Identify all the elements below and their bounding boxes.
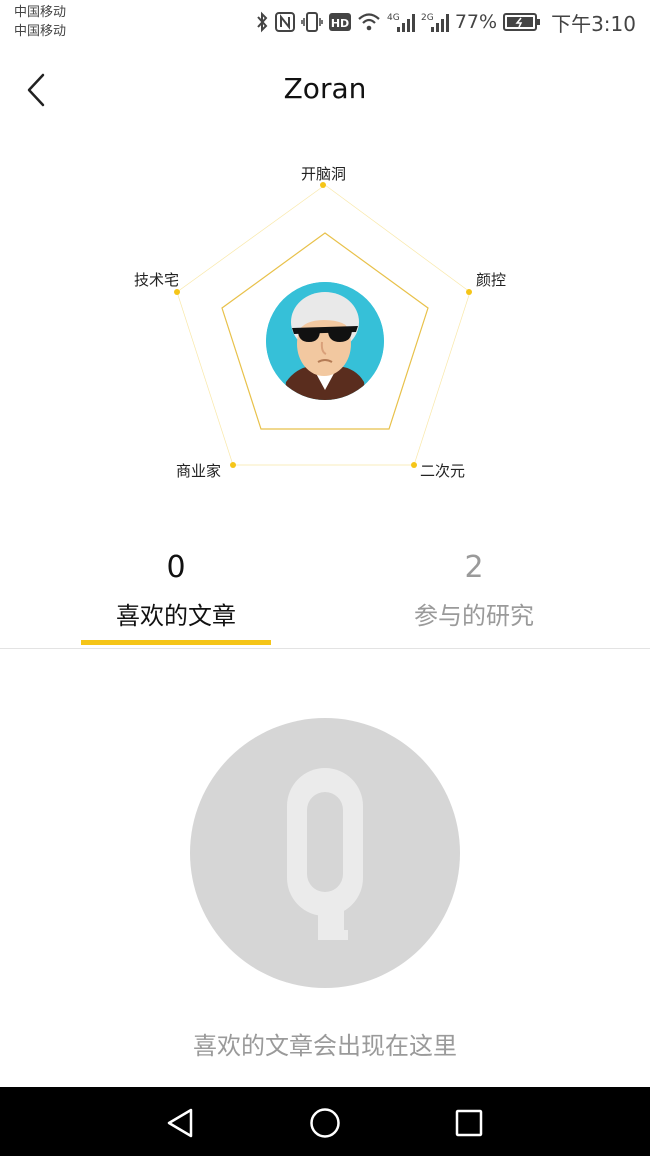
- tab-label: 参与的研究: [414, 602, 534, 630]
- radar-label-bottom-right: 二次元: [420, 462, 466, 480]
- tab-participated-research[interactable]: 2 参与的研究: [324, 540, 624, 646]
- status-icons: HD 4G 2G 77% 下午3:10: [255, 8, 636, 36]
- battery-percent: 77%: [454, 11, 498, 33]
- tab-count: 0: [166, 550, 186, 585]
- nav-home-button[interactable]: [303, 1101, 347, 1145]
- nav-back-button[interactable]: [158, 1101, 202, 1145]
- carrier-2: 中国移动: [14, 24, 67, 39]
- nav-recents-icon: [455, 1109, 483, 1137]
- empty-state-circle: [190, 718, 460, 988]
- battery-icon: [503, 13, 541, 31]
- personality-radar: 开脑洞 颜控 二次元 商业家 技术宅: [0, 150, 650, 510]
- avatar[interactable]: [266, 282, 384, 400]
- empty-state-text: 喜欢的文章会出现在这里: [193, 1032, 457, 1060]
- system-nav-bar: [0, 1087, 650, 1156]
- status-bar: 中国移动 中国移动 HD 4G 2G 77% 下午3:10: [0, 0, 650, 44]
- hd-icon: HD: [328, 13, 351, 31]
- svg-text:HD: HD: [331, 17, 349, 30]
- clock: 下午3:10: [551, 11, 636, 36]
- radar-dot-bottom-right: [411, 462, 417, 468]
- page-title: Zoran: [283, 72, 367, 105]
- nav-back-icon: [167, 1108, 193, 1138]
- nav-home-icon: [310, 1108, 340, 1138]
- signal-2g-icon: 2G: [421, 13, 449, 32]
- avatar-illustration: [266, 282, 384, 400]
- svg-text:2G: 2G: [421, 13, 434, 23]
- nfc-icon: [274, 12, 295, 32]
- active-tab-indicator: [81, 640, 271, 645]
- bluetooth-icon: [257, 11, 268, 33]
- vibrate-icon: [301, 12, 323, 32]
- tab-label: 喜欢的文章: [116, 602, 236, 630]
- q-logo-icon: [287, 768, 363, 940]
- signal-4g-icon: 4G: [387, 13, 415, 32]
- tab-count: 2: [464, 550, 484, 585]
- radar-label-right: 颜控: [476, 271, 507, 289]
- radar-label-bottom-left: 商业家: [176, 462, 222, 480]
- tab-liked-articles[interactable]: 0 喜欢的文章: [26, 540, 326, 646]
- nav-recents-button[interactable]: [447, 1101, 491, 1145]
- app-header: Zoran: [0, 60, 650, 120]
- profile-tabs: 0 喜欢的文章 2 参与的研究: [0, 540, 650, 649]
- radar-dot-bottom-left: [230, 462, 236, 468]
- radar-label-top: 开脑洞: [301, 165, 347, 183]
- carrier-1: 中国移动: [14, 5, 67, 20]
- svg-text:4G: 4G: [387, 13, 400, 23]
- wifi-icon: [358, 13, 380, 31]
- radar-dot-right: [466, 289, 472, 295]
- radar-label-left: 技术宅: [134, 271, 180, 289]
